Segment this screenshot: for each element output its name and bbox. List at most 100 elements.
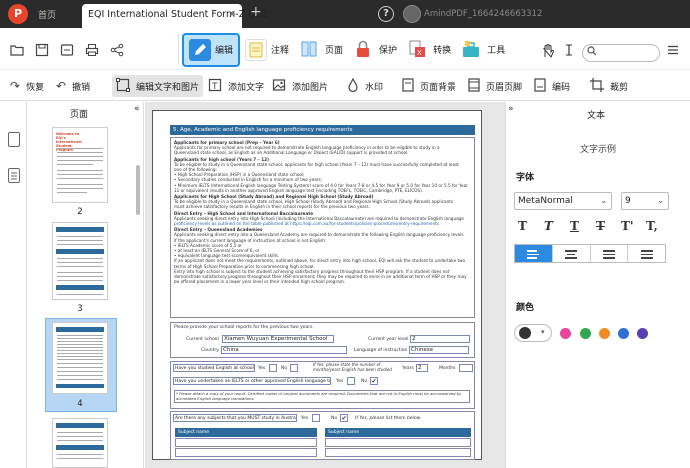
properties-panel-title: 文本 bbox=[587, 111, 606, 121]
thumbnail-heading: Welcome to EQI's International Student P… bbox=[56, 132, 82, 152]
share-icon[interactable] bbox=[110, 43, 124, 57]
current-year-field[interactable]: 2 bbox=[410, 335, 470, 343]
subject-cell[interactable] bbox=[175, 438, 317, 447]
document-tab[interactable]: EQI International Student Form-Z QUE* × bbox=[82, 4, 273, 28]
bates-number-button[interactable]: 编码 bbox=[530, 75, 574, 97]
collapse-thumbnails-icon[interactable]: « bbox=[134, 104, 140, 114]
font-family-value: MetaNormal bbox=[518, 196, 573, 206]
print-icon[interactable] bbox=[85, 43, 99, 57]
align-justify-button[interactable] bbox=[628, 245, 665, 262]
page-thumbnail-5[interactable] bbox=[52, 418, 108, 468]
page-background-button[interactable]: 页面背景 bbox=[398, 75, 460, 97]
subject-cell[interactable] bbox=[325, 448, 471, 457]
watermark-button[interactable]: 水印 bbox=[343, 75, 387, 97]
header-footer-icon bbox=[468, 77, 480, 95]
home-tab[interactable]: 首页 bbox=[38, 8, 56, 21]
language-field[interactable]: Chinese bbox=[409, 346, 469, 354]
mode-convert[interactable]: X 转换 bbox=[402, 33, 456, 67]
document-text-line[interactable]: proficiency levels as outlined on the ta… bbox=[174, 221, 471, 226]
font-size-value: 9 bbox=[625, 196, 631, 206]
section-header[interactable]: 5. Age, Academic and English language pr… bbox=[170, 125, 475, 135]
app-logo[interactable]: P bbox=[8, 4, 28, 24]
subjects-no-checkbox[interactable]: ✔ bbox=[340, 414, 348, 422]
open-folder-icon[interactable] bbox=[10, 43, 24, 57]
username[interactable]: AmindPDF_1664246663312 bbox=[424, 9, 542, 19]
subject-cell[interactable] bbox=[175, 448, 317, 457]
document-text-line[interactable]: To be eligible to study in a Queensland … bbox=[174, 162, 471, 167]
align-center-button[interactable] bbox=[553, 245, 591, 262]
color-swatch-blue[interactable] bbox=[618, 328, 629, 339]
mode-edit[interactable]: 编辑 bbox=[182, 32, 241, 67]
close-tab-icon[interactable]: × bbox=[228, 4, 236, 26]
save-as-icon[interactable] bbox=[60, 43, 74, 57]
bold-icon[interactable]: T bbox=[518, 219, 527, 233]
ielts-yes-checkbox[interactable] bbox=[347, 377, 355, 385]
avatar[interactable] bbox=[403, 5, 421, 23]
page-thumbnail-2[interactable]: Welcome to EQI's International Student P… bbox=[52, 127, 108, 203]
document-text-line[interactable]: must achieve satisfactory results in Eng… bbox=[174, 204, 471, 209]
document-text-line[interactable]: 11 or equivalent results in another appr… bbox=[174, 188, 471, 193]
align-right-button[interactable] bbox=[591, 245, 629, 262]
add-text-button[interactable]: T 添加文字 bbox=[204, 75, 268, 97]
undo-button[interactable]: ↶ 撤销 bbox=[52, 75, 94, 97]
subscript-icon[interactable]: T, bbox=[646, 219, 658, 233]
document-text-line[interactable]: Applicants seeking direct entry into a Q… bbox=[174, 232, 471, 237]
studied-english-yes-checkbox[interactable] bbox=[269, 364, 277, 372]
requirements-text-box[interactable]: Applicants for primary school (Prep – Ye… bbox=[170, 137, 475, 318]
restore-button[interactable]: ↷ 恢复 bbox=[6, 75, 48, 97]
help-icon[interactable]: ? bbox=[378, 6, 394, 22]
collapse-properties-icon[interactable]: » bbox=[508, 104, 514, 114]
subject-cell[interactable] bbox=[325, 438, 471, 447]
years-field[interactable]: 2 bbox=[416, 364, 428, 372]
ielts-no-checkbox[interactable]: ✔ bbox=[370, 377, 378, 385]
bookmark-panel-icon[interactable] bbox=[8, 168, 20, 183]
mode-tools[interactable]: 工具 bbox=[456, 33, 510, 67]
studied-english-no-checkbox[interactable] bbox=[290, 364, 298, 372]
thumbnails-panel-icon[interactable] bbox=[8, 132, 20, 147]
watermark-label: 水印 bbox=[365, 82, 384, 93]
save-icon[interactable] bbox=[35, 43, 49, 57]
underline-icon[interactable]: T bbox=[570, 219, 579, 233]
attach-result-note: * Please attach a copy of your result. C… bbox=[174, 390, 470, 403]
color-swatch-green[interactable] bbox=[580, 328, 591, 339]
document-text-line[interactable]: be offered placement in a lower year lev… bbox=[174, 279, 471, 284]
page-thumbnail-4[interactable] bbox=[52, 322, 108, 394]
header-footer-button[interactable]: 页眉页脚 bbox=[464, 75, 526, 97]
current-school-field[interactable]: Xiamen Wuyuan Experimental School bbox=[222, 335, 334, 343]
tools-mode-icon bbox=[461, 38, 484, 61]
mode-annotate[interactable]: 注释 bbox=[240, 33, 294, 67]
months-field[interactable] bbox=[459, 364, 473, 372]
font-family-select[interactable]: MetaNormal ⌄ bbox=[514, 192, 612, 210]
color-swatch-orange[interactable] bbox=[599, 328, 610, 339]
font-size-select[interactable]: 9 ⌄ bbox=[621, 192, 669, 210]
color-picker[interactable]: ▾ bbox=[514, 324, 552, 342]
select-tool-icon[interactable] bbox=[562, 43, 576, 57]
subjects-yes-checkbox[interactable] bbox=[312, 414, 320, 422]
page-mode-icon bbox=[299, 38, 322, 61]
crop-button[interactable]: 裁剪 bbox=[586, 75, 632, 97]
language-label: Language of instruction bbox=[354, 348, 408, 353]
country-field[interactable]: China bbox=[221, 346, 347, 354]
svg-text:T: T bbox=[211, 82, 218, 92]
mode-page[interactable]: 页面 bbox=[294, 33, 348, 67]
page-thumbnail-3[interactable] bbox=[52, 222, 108, 300]
color-swatch-pink[interactable] bbox=[560, 328, 571, 339]
thumbnail-scrollbar[interactable] bbox=[136, 165, 140, 215]
add-tab-button[interactable]: + bbox=[250, 4, 262, 20]
more-menu-icon[interactable] bbox=[667, 44, 679, 59]
mode-protect[interactable]: 保护 bbox=[348, 33, 402, 67]
yes-label: Yes bbox=[301, 416, 309, 421]
superscript-icon[interactable]: T' bbox=[621, 219, 634, 233]
mode-page-label: 页面 bbox=[325, 46, 344, 56]
search-icon bbox=[587, 46, 597, 59]
add-image-button[interactable]: 添加图片 bbox=[268, 75, 332, 97]
align-left-button[interactable] bbox=[515, 245, 553, 262]
document-text-line[interactable]: Queensland state school, as English as a… bbox=[174, 150, 471, 155]
strikethrough-icon[interactable]: T bbox=[596, 219, 605, 233]
search-input[interactable] bbox=[582, 44, 660, 62]
hand-tool-icon[interactable] bbox=[541, 44, 555, 61]
italic-icon[interactable]: T bbox=[544, 219, 553, 233]
document-text-line[interactable]: If an applicant does not meet the requir… bbox=[174, 258, 471, 263]
edit-text-image-button[interactable]: 编辑文字和图片 bbox=[112, 75, 204, 97]
color-swatch-purple[interactable] bbox=[637, 328, 648, 339]
